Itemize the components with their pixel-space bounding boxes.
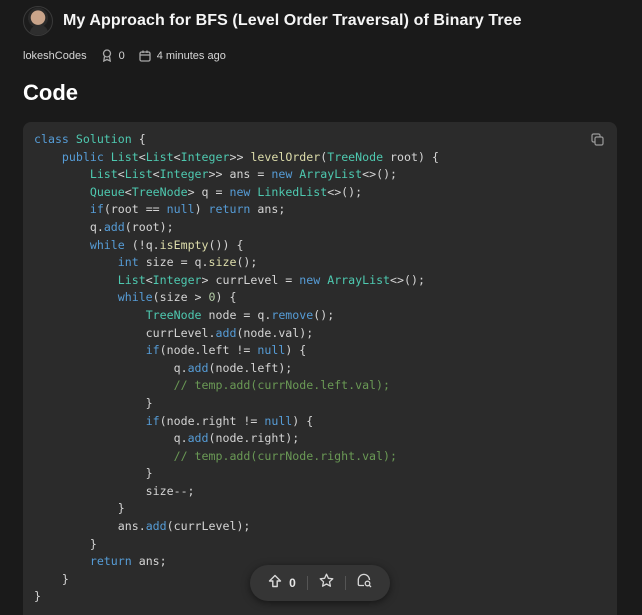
- code-line: List<List<Integer>> ans = new ArrayList<…: [89, 167, 398, 182]
- votes-count: 0: [118, 49, 125, 62]
- author-avatar[interactable]: [23, 6, 53, 36]
- arrow-up-icon: [268, 574, 282, 593]
- code-line: public List<List<Integer>> levelOrder(Tr…: [61, 149, 439, 164]
- section-title: Code: [23, 80, 78, 105]
- code-line: Queue<TreeNode> q = new LinkedList<>();: [89, 184, 363, 199]
- code-block[interactable]: class Solution { public List<List<Intege…: [23, 122, 617, 615]
- code-line: while (!q.isEmpty()) {: [89, 237, 244, 252]
- code-line: return ans;: [89, 554, 167, 569]
- code-line: // temp.add(currNode.right.val);: [173, 448, 397, 463]
- code-line: if(node.left != null) {: [145, 343, 307, 358]
- post-actions-bar: 0: [250, 565, 390, 601]
- code-line: int size = q.size();: [117, 255, 258, 270]
- votes-stat: 0: [101, 49, 125, 62]
- post-title: My Approach for BFS (Level Order Travers…: [63, 12, 522, 29]
- code-line: ans.add(currLevel);: [34, 519, 251, 534]
- code-line: size--;: [34, 483, 195, 498]
- star-icon: [319, 573, 334, 593]
- date-stat: 4 minutes ago: [139, 50, 226, 62]
- calendar-icon: [139, 50, 151, 62]
- code-line: q.add(node.left);: [34, 360, 293, 375]
- code-line: }: [34, 589, 41, 604]
- upvote-count: 0: [289, 576, 296, 590]
- upvote-button[interactable]: 0: [268, 574, 296, 593]
- toolbar-divider: [306, 576, 308, 590]
- post-time: 4 minutes ago: [156, 49, 226, 62]
- code-line: }: [34, 501, 125, 516]
- code-line: }: [34, 571, 69, 586]
- code-line: // temp.add(currNode.left.val);: [173, 378, 390, 393]
- code-line: if(root == null) return ans;: [89, 202, 286, 217]
- code-line: if(node.right != null) {: [145, 413, 314, 428]
- code-line: }: [34, 466, 153, 481]
- code-line: }: [34, 395, 153, 410]
- code-line: List<Integer> currLevel = new ArrayList<…: [117, 272, 425, 287]
- post-header: My Approach for BFS (Level Order Travers…: [23, 6, 522, 36]
- code-line: q.add(root);: [34, 219, 174, 234]
- copy-icon[interactable]: [589, 131, 605, 147]
- post-meta: lokeshCodes 0 4 minutes ago: [23, 49, 226, 62]
- code-line: class Solution {: [34, 132, 146, 146]
- code-line: }: [34, 536, 97, 551]
- code-line: while(size > 0) {: [117, 290, 237, 305]
- award-icon: [101, 49, 113, 62]
- code-content: class Solution { public List<List<Intege…: [34, 131, 439, 606]
- code-line: TreeNode node = q.remove();: [145, 307, 335, 322]
- code-line: q.add(node.right);: [34, 431, 300, 446]
- comment-button[interactable]: [357, 573, 372, 593]
- code-line: currLevel.add(node.val);: [34, 325, 314, 340]
- favorite-button[interactable]: [319, 573, 334, 593]
- comment-search-icon: [357, 573, 372, 593]
- author-name[interactable]: lokeshCodes: [23, 50, 87, 62]
- toolbar-divider: [344, 576, 346, 590]
